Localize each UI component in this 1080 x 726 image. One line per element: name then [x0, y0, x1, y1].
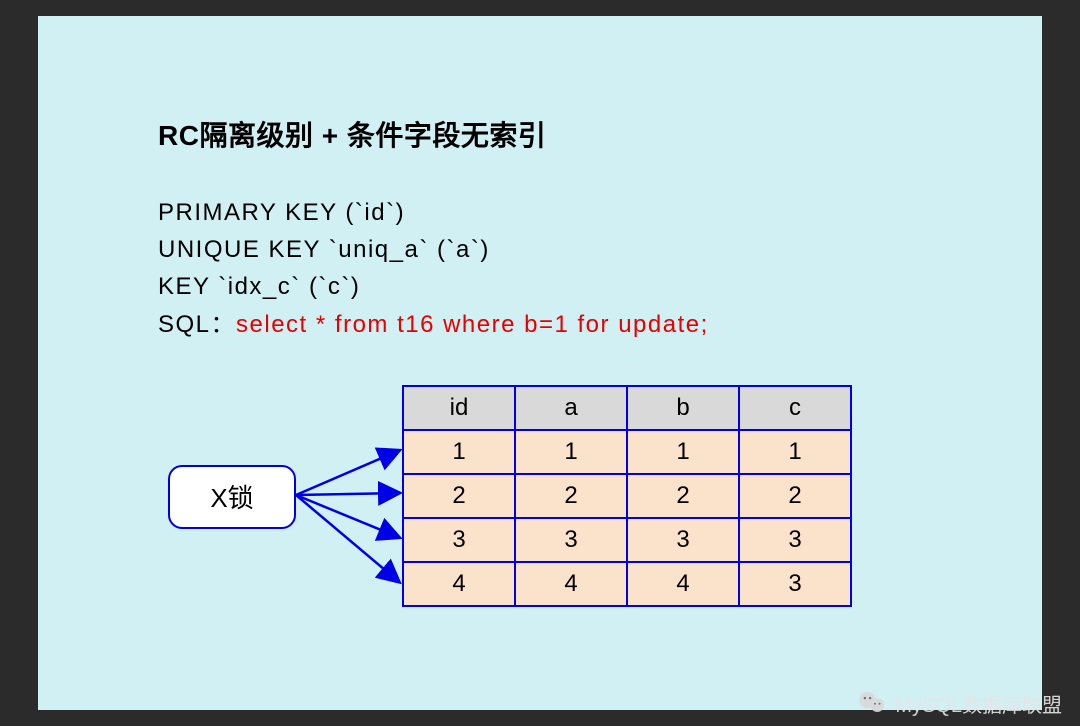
table-row: 4 4 4 3 — [403, 562, 851, 606]
lock-diagram: X锁 id a b c 1 — [158, 385, 958, 645]
x-lock-box: X锁 — [168, 465, 296, 529]
col-a: a — [515, 386, 627, 430]
primary-key-line: PRIMARY KEY (`id`) — [158, 194, 1042, 231]
wechat-icon — [857, 688, 887, 718]
key-definitions: PRIMARY KEY (`id`) UNIQUE KEY `uniq_a` (… — [158, 194, 1042, 343]
table-row: 2 2 2 2 — [403, 474, 851, 518]
sql-line: SQL：select * from t16 where b=1 for upda… — [158, 306, 1042, 343]
table-row: 1 1 1 1 — [403, 430, 851, 474]
index-key-line: KEY `idx_c` (`c`) — [158, 268, 1042, 305]
table-header-row: id a b c — [403, 386, 851, 430]
sql-label: SQL： — [158, 311, 236, 338]
unique-key-line: UNIQUE KEY `uniq_a` (`a`) — [158, 231, 1042, 268]
slide-title: RC隔离级别 + 条件字段无索引 — [158, 114, 1042, 154]
col-id: id — [403, 386, 515, 430]
data-table: id a b c 1 1 1 1 2 2 2 2 — [402, 385, 852, 607]
watermark-text: MySQL数据库联盟 — [895, 689, 1062, 718]
slide-panel: RC隔离级别 + 条件字段无索引 PRIMARY KEY (`id`) UNIQ… — [38, 16, 1042, 710]
col-b: b — [627, 386, 739, 430]
watermark: MySQL数据库联盟 — [857, 688, 1062, 718]
sql-statement: select * from t16 where b=1 for update; — [236, 311, 709, 338]
col-c: c — [739, 386, 851, 430]
table-row: 3 3 3 3 — [403, 518, 851, 562]
